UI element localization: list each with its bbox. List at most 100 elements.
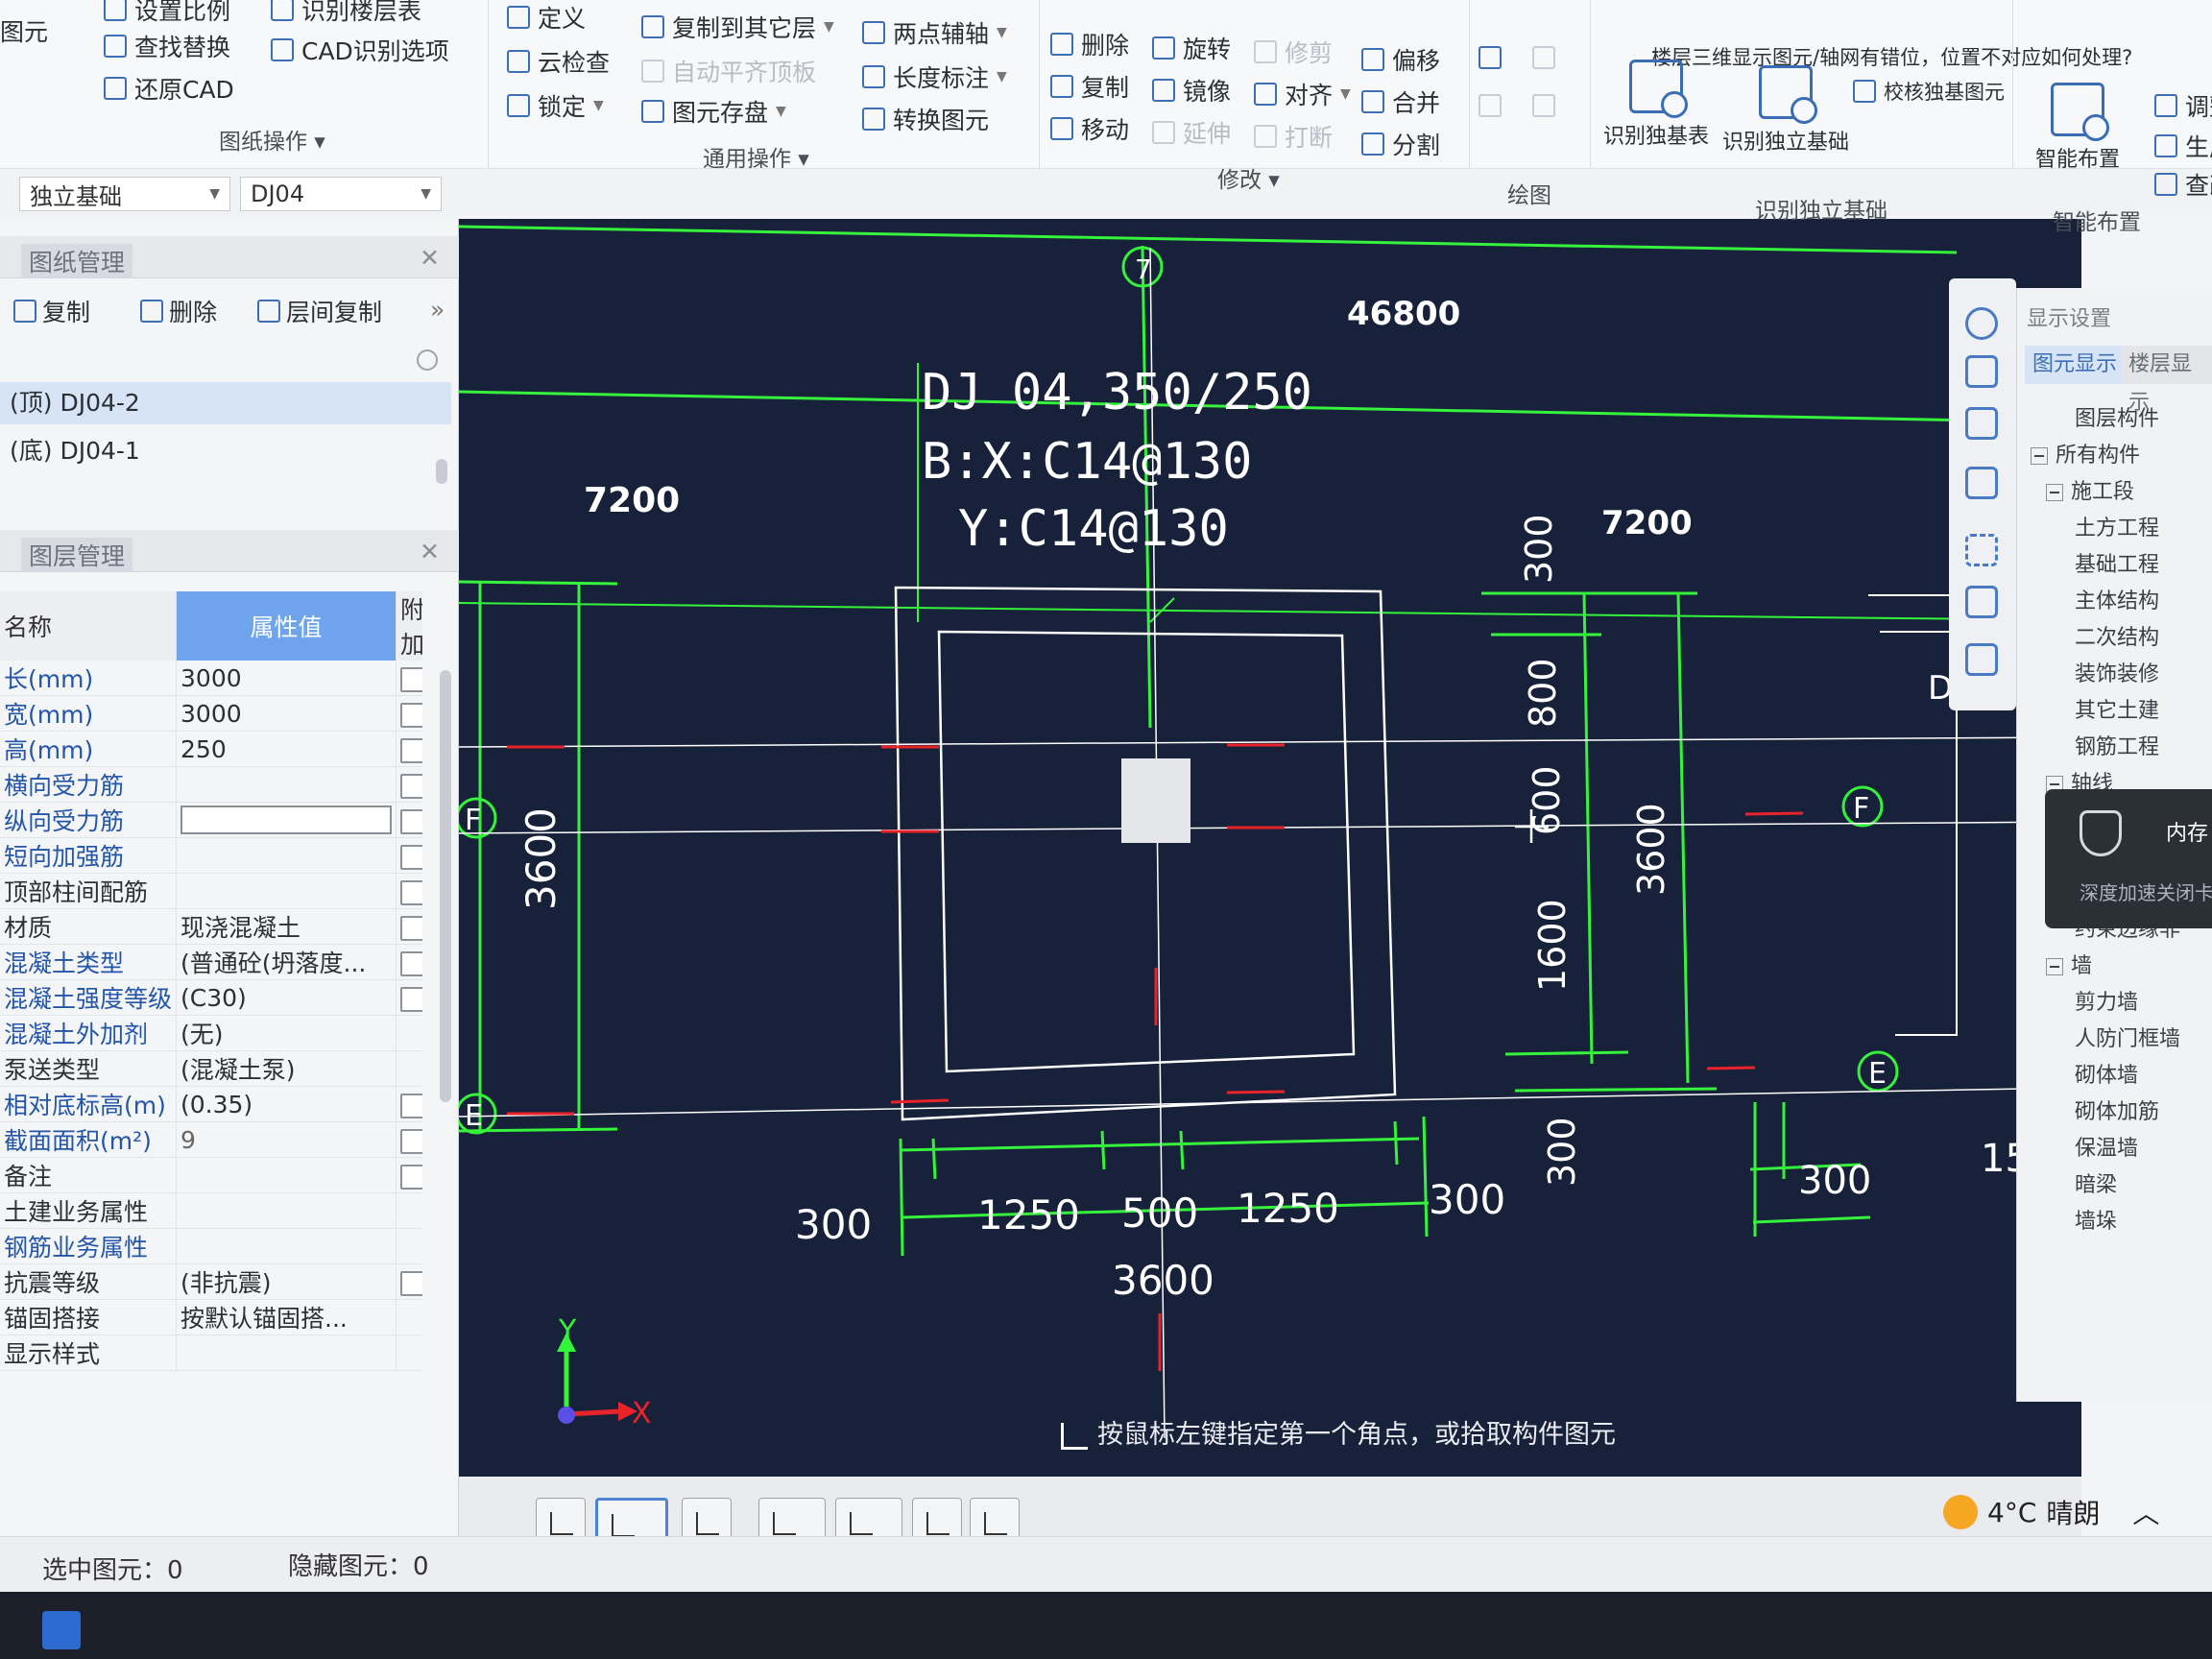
app-taskbar-icon[interactable] <box>42 1611 81 1649</box>
extra-checkbox[interactable] <box>400 915 422 941</box>
fit-view-icon[interactable] <box>1965 534 1998 566</box>
property-row[interactable]: 材质 现浇混凝土 <box>0 908 422 945</box>
cad-canvas[interactable]: DJ 04,350/250 B:X:C14@130 Y:C14@130 4680… <box>459 219 2081 1477</box>
chevron-up-icon[interactable]: ︿ <box>2132 1493 2159 1531</box>
find-replace-button[interactable]: 查找替换 <box>104 29 230 63</box>
recognize-floor-table-button[interactable]: 识别楼层表 <box>271 0 421 27</box>
mirror-button[interactable]: 镜像 <box>1152 73 1231 108</box>
property-value[interactable] <box>176 802 397 838</box>
tree-item[interactable]: 钢筋工程 <box>2075 730 2159 760</box>
extra-checkbox[interactable] <box>400 950 422 976</box>
solid-view-icon[interactable] <box>1965 467 1998 499</box>
property-value[interactable]: (混凝土泵) <box>176 1050 397 1087</box>
property-scrollbar[interactable] <box>440 670 451 1102</box>
close-icon[interactable]: ✕ <box>412 244 447 272</box>
more-icon[interactable]: » <box>430 296 445 324</box>
property-row[interactable]: 宽(mm) 3000 <box>0 695 422 732</box>
define-button[interactable]: 定义 <box>507 0 586 35</box>
copy-to-other-floor-button[interactable]: 复制到其它层 ▼ <box>641 10 834 44</box>
delete-button[interactable]: 删除 <box>1050 27 1129 61</box>
extra-checkbox[interactable] <box>400 1093 422 1118</box>
tree-item[interactable]: 基础工程 <box>2075 547 2159 578</box>
check-foundation-button[interactable]: 校核独基图元 <box>1853 77 2005 106</box>
component-type-select[interactable]: 独立基础 ▼ <box>19 177 230 211</box>
drawing-floor-copy-button[interactable]: 层间复制 <box>257 294 382 328</box>
property-row[interactable]: 横向受力筋 <box>0 766 422 803</box>
property-row[interactable]: 钢筋业务属性 <box>0 1228 422 1264</box>
orbit-icon[interactable] <box>1965 307 1998 340</box>
property-value[interactable] <box>176 873 397 909</box>
extra-checkbox[interactable] <box>400 986 422 1012</box>
property-view-icon[interactable] <box>1965 643 1998 676</box>
group-drawing-ops[interactable]: 图纸操作 ▾ <box>219 123 325 156</box>
property-value[interactable]: (0.35) <box>176 1086 397 1122</box>
property-value[interactable]: (无) <box>176 1015 397 1051</box>
tab-floor-display[interactable]: 楼层显示 <box>2121 346 2212 415</box>
property-row[interactable]: 长(mm) 3000 <box>0 661 422 696</box>
property-edit-input[interactable] <box>180 805 393 834</box>
extra-checkbox[interactable] <box>400 1164 422 1190</box>
component-name-select[interactable]: DJ04 ▼ <box>240 177 442 211</box>
trim-button[interactable]: 修剪 <box>1254 35 1333 69</box>
collapse-icon[interactable] <box>2031 447 2048 465</box>
tree-item[interactable]: 人防门框墙 <box>2075 1022 2180 1052</box>
move-button[interactable]: 移动 <box>1050 111 1129 146</box>
extra-checkbox[interactable] <box>400 879 422 905</box>
property-value[interactable] <box>176 1228 397 1264</box>
close-icon[interactable]: ✕ <box>412 538 447 565</box>
extra-checkbox[interactable] <box>400 666 422 692</box>
length-dimension-button[interactable]: 长度标注 ▼ <box>862 60 1007 94</box>
drawing-list-scrollbar[interactable] <box>436 459 447 484</box>
property-row[interactable]: 纵向受力筋 <box>0 802 422 838</box>
property-row[interactable]: 顶部柱间配筋 <box>0 873 422 909</box>
property-value[interactable] <box>176 766 397 803</box>
extra-checkbox[interactable] <box>400 1270 422 1296</box>
break-button[interactable]: 打断 <box>1254 119 1333 154</box>
drawing-delete-button[interactable]: 删除 <box>140 294 217 328</box>
collapse-icon[interactable] <box>2046 958 2063 975</box>
drawing-item[interactable]: (底) DJ04-1 <box>0 430 451 472</box>
two-point-aux-axis-button[interactable]: 两点辅轴 ▼ <box>862 15 1007 50</box>
draw-line-button[interactable] <box>1532 46 1555 69</box>
property-value[interactable]: 现浇混凝土 <box>176 908 397 945</box>
property-value[interactable]: 按默认锚固搭... <box>176 1299 397 1335</box>
tree-item[interactable]: 其它土建 <box>2075 693 2159 724</box>
extend-button[interactable]: 延伸 <box>1152 115 1231 150</box>
tree-item[interactable]: 二次结构 <box>2075 620 2159 651</box>
tree-item[interactable]: 装饰装修 <box>2075 657 2159 687</box>
property-row[interactable]: 高(mm) 250 <box>0 731 422 767</box>
rotate-button[interactable]: 旋转 <box>1152 31 1231 65</box>
smart-layout-button[interactable]: 智能布置 <box>2035 83 2120 173</box>
property-value[interactable]: (C30) <box>176 979 397 1016</box>
property-value[interactable] <box>176 837 397 874</box>
memory-accelerator-popup[interactable]: 内存 深度加速关闭卡 <box>2045 789 2212 928</box>
tree-item[interactable]: 主体结构 <box>2075 584 2159 614</box>
property-row[interactable]: 混凝土类型 (普通砼(坍落度... <box>0 944 422 980</box>
cad-recognize-options-button[interactable]: CAD识别选项 <box>271 33 449 67</box>
property-value[interactable]: 9 <box>176 1121 397 1158</box>
tree-item[interactable]: 墙 <box>2046 949 2092 979</box>
convert-element-button[interactable]: 转换图元 <box>862 102 989 136</box>
draw-rect-button[interactable] <box>1532 94 1555 117</box>
extra-checkbox[interactable] <box>400 737 422 763</box>
property-value[interactable] <box>176 1157 397 1193</box>
generate-button[interactable]: 生成 <box>2154 129 2212 163</box>
property-row[interactable]: 泵送类型 (混凝土泵) <box>0 1050 422 1087</box>
draw-arc-button[interactable] <box>1479 94 1502 117</box>
lock-button[interactable]: 锁定 ▼ <box>507 88 604 123</box>
tree-item[interactable]: 施工段 <box>2046 474 2134 505</box>
property-value[interactable] <box>176 1334 397 1371</box>
property-row[interactable]: 锚固搭接 按默认锚固搭... <box>0 1299 422 1335</box>
extra-checkbox[interactable] <box>400 844 422 870</box>
view-3d-icon[interactable] <box>1965 355 1998 388</box>
property-value[interactable]: (普通砼(坍落度... <box>176 944 397 980</box>
property-value[interactable]: 250 <box>176 731 397 767</box>
set-scale-button[interactable]: 设置比例 <box>104 0 230 27</box>
property-value[interactable]: 3000 <box>176 695 397 732</box>
adjust-button[interactable]: 调整 <box>2154 88 2212 123</box>
cube-view-icon[interactable] <box>1965 407 1998 440</box>
tree-item[interactable]: 剪力墙 <box>2075 985 2138 1016</box>
layer-view-icon[interactable] <box>1965 586 1998 618</box>
property-row[interactable]: 相对底标高(m) (0.35) <box>0 1086 422 1122</box>
property-row[interactable]: 混凝土外加剂 (无) <box>0 1015 422 1051</box>
